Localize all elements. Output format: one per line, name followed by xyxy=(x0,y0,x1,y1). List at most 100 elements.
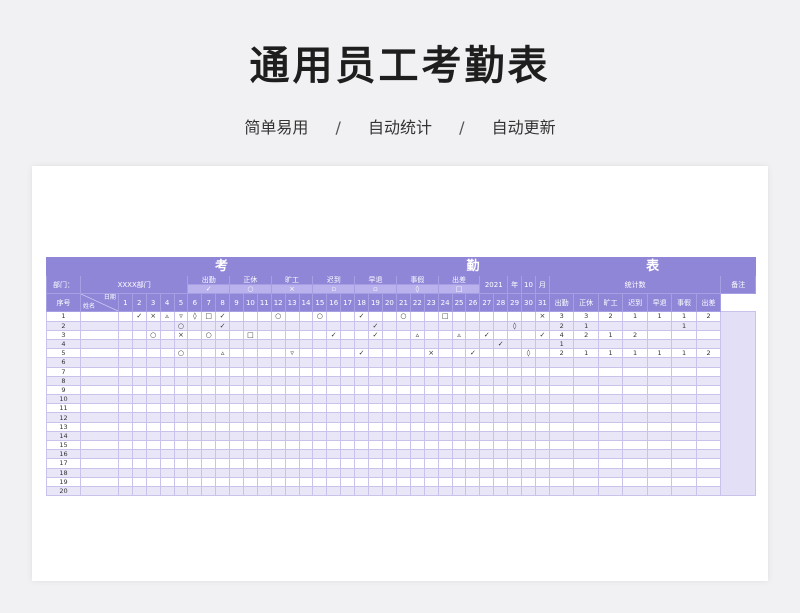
stat-header: 旷工 xyxy=(597,293,624,313)
day-cell xyxy=(409,439,425,451)
day-cell xyxy=(270,467,286,478)
day-cell xyxy=(367,348,383,359)
stat-cell xyxy=(646,430,673,442)
day-cell xyxy=(242,430,258,442)
day-cell xyxy=(437,458,453,469)
day-cell xyxy=(396,485,411,497)
day-cell xyxy=(493,375,509,386)
day-cell xyxy=(534,430,550,442)
day-cell xyxy=(229,476,244,487)
legend-symbol: × xyxy=(270,284,314,295)
day-cell xyxy=(465,357,481,368)
day-cell xyxy=(312,458,328,469)
day-cell xyxy=(187,320,203,331)
day-cell xyxy=(396,412,411,423)
stat-cell xyxy=(597,458,624,469)
day-cell xyxy=(326,366,342,377)
stat-cell xyxy=(573,338,599,350)
day-cell xyxy=(145,357,161,368)
day-cell: ▿ xyxy=(173,311,189,322)
day-header: 30 xyxy=(521,293,536,313)
day-cell xyxy=(270,403,286,414)
day-cell xyxy=(284,449,300,460)
day-cell xyxy=(451,311,467,322)
day-header: 27 xyxy=(479,293,495,313)
stat-cell xyxy=(548,476,575,487)
day-cell xyxy=(409,338,425,350)
table-row: 6 xyxy=(46,357,756,368)
table-row: 8 xyxy=(46,375,756,386)
day-cell xyxy=(159,375,175,386)
day-cell xyxy=(340,403,356,414)
day-cell xyxy=(284,338,300,350)
stat-cell xyxy=(671,439,697,451)
day-cell xyxy=(229,467,244,478)
day-header: 14 xyxy=(298,293,314,313)
day-cell xyxy=(479,375,495,386)
day-cell xyxy=(354,458,369,469)
day-cell xyxy=(201,449,217,460)
legend-label: 迟到 xyxy=(312,274,356,286)
day-cell xyxy=(381,476,398,487)
day-cell xyxy=(326,412,342,423)
day-cell xyxy=(242,348,258,359)
day-cell xyxy=(367,366,383,377)
day-cell xyxy=(326,439,342,451)
day-cell xyxy=(507,375,523,386)
day-cell xyxy=(521,320,536,331)
day-cell xyxy=(326,320,342,331)
day-cell xyxy=(479,320,495,331)
day-cell xyxy=(521,439,536,451)
day-cell xyxy=(131,366,147,377)
name-cell xyxy=(79,476,119,487)
legend-symbol: □ xyxy=(437,284,481,295)
legend-row: 部门： XXXX部门 出勤 正休 旷工 迟到 早退 事假 出差 2021 年 10 月统计数 备注 xyxy=(46,274,757,295)
table-row: 17 xyxy=(46,458,756,469)
day-cell xyxy=(201,476,217,487)
day-cell xyxy=(229,421,244,432)
day-cell: ◊ xyxy=(187,311,203,322)
day-cell xyxy=(326,394,342,405)
day-cell xyxy=(201,485,217,497)
day-cell xyxy=(381,485,398,497)
day-cell xyxy=(270,421,286,432)
day-cell xyxy=(396,458,411,469)
day-cell xyxy=(326,384,342,396)
day-cell xyxy=(479,311,495,322)
day-cell xyxy=(159,430,175,442)
day-cell xyxy=(187,375,203,386)
day-cell xyxy=(354,467,369,478)
day-header: 6 xyxy=(187,293,203,313)
day-cell xyxy=(354,366,369,377)
day-cell xyxy=(270,449,286,460)
day-cell xyxy=(284,320,300,331)
day-cell xyxy=(117,449,133,460)
day-cell xyxy=(159,485,175,497)
day-cell xyxy=(493,329,509,340)
day-cell xyxy=(229,338,244,350)
day-cell: ◊ xyxy=(521,348,536,359)
day-cell xyxy=(159,412,175,423)
day-cell xyxy=(354,375,369,386)
day-cell xyxy=(201,357,217,368)
stat-cell xyxy=(695,384,722,396)
day-cell xyxy=(409,394,425,405)
notes-cell xyxy=(720,311,757,497)
day-cell xyxy=(367,449,383,460)
day-header: 5 xyxy=(173,293,189,313)
day-cell xyxy=(284,384,300,396)
day-cell xyxy=(507,384,523,396)
day-cell xyxy=(451,476,467,487)
stat-cell xyxy=(646,412,673,423)
day-cell xyxy=(270,375,286,386)
day-header: 7 xyxy=(201,293,217,313)
day-header: 17 xyxy=(340,293,356,313)
day-cell xyxy=(423,439,439,451)
legend-symbol: ✓ xyxy=(187,284,231,295)
day-cell xyxy=(423,329,439,340)
day-cell xyxy=(187,412,203,423)
day-cell: □ xyxy=(437,311,453,322)
day-cell xyxy=(521,366,536,377)
day-cell xyxy=(312,430,328,442)
day-cell xyxy=(201,467,217,478)
